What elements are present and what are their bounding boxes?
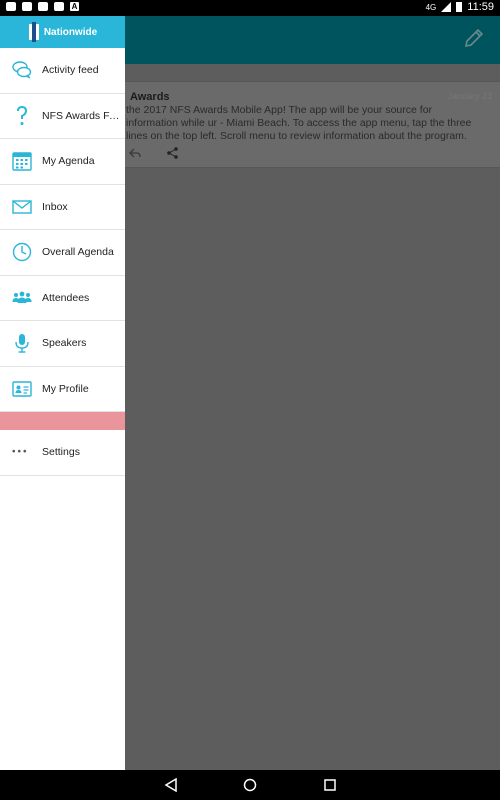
microphone-icon (15, 334, 29, 353)
system-navigation-bar (0, 770, 500, 800)
drawer-item-inbox[interactable]: Inbox (0, 185, 125, 230)
drawer-item-settings[interactable]: ••• Settings (0, 430, 125, 476)
drawer-item-my-agenda[interactable]: My Agenda (0, 139, 125, 185)
section-divider-bar (0, 412, 125, 430)
calendar-icon (12, 152, 32, 171)
nationwide-logo-icon (28, 22, 39, 42)
more-dots-icon: ••• (12, 446, 29, 458)
drawer-item-my-profile[interactable]: My Profile (0, 367, 125, 412)
envelope-icon (12, 200, 32, 214)
people-icon (12, 291, 32, 303)
message-icon (22, 2, 32, 11)
id-card-icon (12, 381, 32, 397)
question-icon (17, 105, 28, 125)
message-icon (54, 2, 64, 11)
drawer-item-speakers[interactable]: Speakers (0, 321, 125, 367)
drawer-item-label: My Profile (42, 382, 89, 395)
drawer-item-label: NFS Awards FA... (42, 109, 120, 122)
logo-text: Nationwide (43, 26, 98, 38)
drawer-item-faq[interactable]: NFS Awards FA... (0, 94, 125, 139)
clock-icon (12, 243, 32, 262)
drawer-item-overall-agenda[interactable]: Overall Agenda (0, 230, 125, 276)
drawer-scrim[interactable] (125, 16, 500, 770)
drawer-item-attendees[interactable]: Attendees (0, 276, 125, 321)
drawer-item-label: Activity feed (42, 64, 99, 77)
home-icon[interactable] (243, 778, 257, 792)
recent-apps-icon[interactable] (323, 778, 337, 792)
network-type: 4G (425, 2, 437, 12)
message-icon (6, 2, 16, 11)
drawer-item-activity-feed[interactable]: Activity feed (0, 48, 125, 94)
system-status: 4G 11:59 (426, 1, 494, 13)
notification-icons: A (6, 2, 79, 11)
drawer-item-label: Settings (42, 446, 80, 459)
drawer-item-label: Inbox (42, 200, 68, 213)
status-bar: A 4G 11:59 (0, 0, 500, 16)
drawer-header: Nationwide (0, 16, 125, 48)
signal-icon (441, 2, 452, 12)
navigation-drawer: Nationwide Activity feed NFS Awards FA..… (0, 16, 125, 770)
back-icon[interactable] (164, 778, 178, 792)
chat-bubbles-icon (12, 61, 32, 79)
drawer-item-label: My Agenda (42, 155, 95, 168)
drawer-item-label: Attendees (42, 291, 90, 304)
battery-icon (456, 2, 463, 12)
drawer-item-label: Overall Agenda (42, 246, 114, 259)
clock-time: 11:59 (467, 1, 494, 13)
message-icon (38, 2, 48, 11)
app-letter-icon: A (70, 2, 79, 11)
drawer-item-label: Speakers (42, 337, 87, 350)
